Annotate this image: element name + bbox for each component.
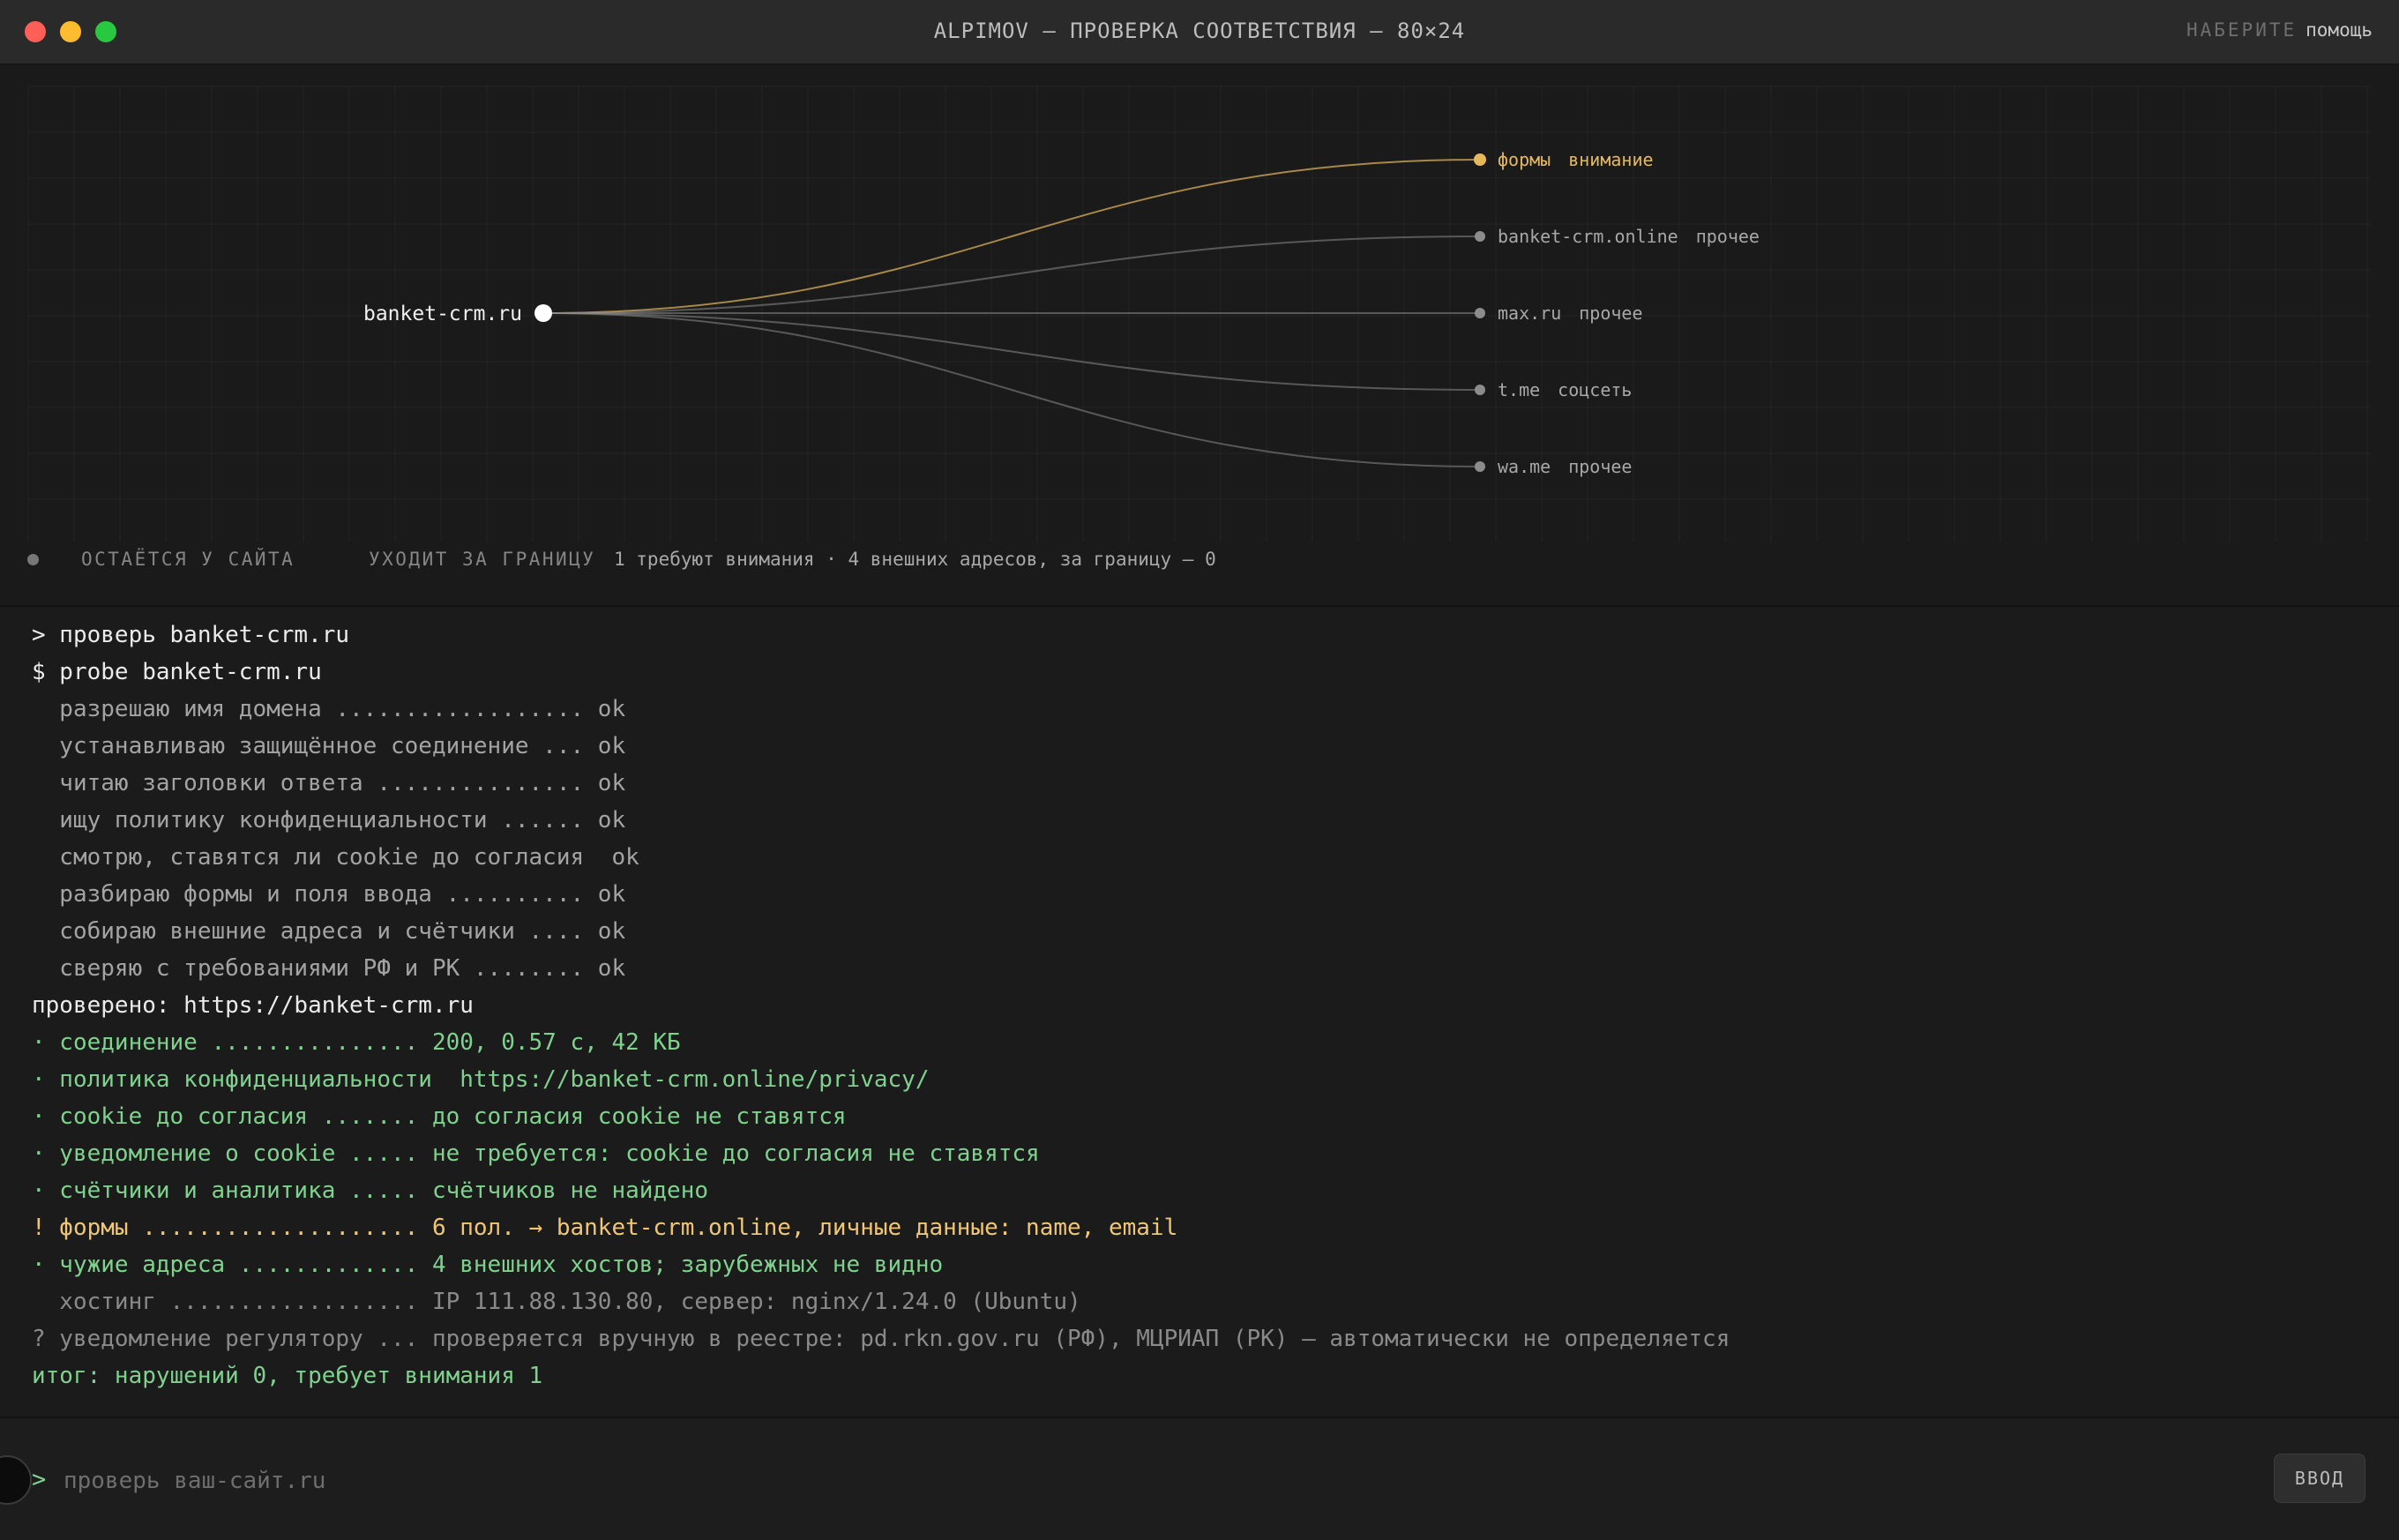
target-tag: соцсеть [1558,379,1632,400]
graph-edge [542,159,1481,314]
graph-legend: ОСТАЁТСЯ У САЙТА УХОДИТ ЗА ГРАНИЦУ 1 тре… [0,542,2399,577]
target-tag: прочее [1568,456,1632,477]
terminal-line: устанавливаю защищённое соединение ... o… [32,733,626,759]
terminal-line: · уведомление о cookie ..... не требуетс… [32,1140,1040,1167]
terminal-line: $ probe banket-crm.ru [32,659,322,685]
target-host: формы [1498,149,1551,170]
edge-badge-icon [0,1455,32,1505]
graph-edge [542,312,1481,467]
target-host: wa.me [1498,456,1551,477]
target-node [1475,231,1485,242]
terminal-line: ! формы .................... 6 пол. → ba… [32,1215,1178,1241]
target-label: banket-crm.online прочее [1498,226,1760,247]
terminal-line: разрешаю имя домена .................. o… [32,696,626,722]
legend-abroad: УХОДИТ ЗА ГРАНИЦУ [369,549,596,570]
target-node [1475,461,1485,472]
terminal-line: хостинг .................. IP 111.88.130… [32,1289,1081,1315]
command-bar: > ВВОД [0,1418,2399,1540]
target-tag: прочее [1579,303,1642,324]
target-tag: внимание [1568,149,1653,170]
legend-stays: ОСТАЁТСЯ У САЙТА [81,549,295,570]
target-label: max.ru прочее [1498,303,1643,324]
target-label: формы внимание [1498,149,1654,170]
terminal-line: проверено: https://banket-crm.ru [32,992,474,1019]
graph-edge [542,312,1481,391]
terminal-line: читаю заголовки ответа ............... o… [32,770,626,796]
terminal-line: > проверь banket-crm.ru [32,622,350,648]
window-title: ALPIMOV — ПРОВЕРКА СООТВЕТСТВИЯ — 80×24 [933,19,1466,43]
target-node [1474,153,1486,166]
terminal-line: · соединение ............... 200, 0.57 с… [32,1029,681,1056]
legend-summary: 1 требуют внимания · 4 внешних адресов, … [614,549,1216,570]
target-tag: прочее [1696,226,1760,247]
target-host: t.me [1498,379,1540,400]
terminal-line: ? уведомление регулятору ... проверяется… [32,1326,1730,1352]
terminal-line: итог: нарушений 0, требует внимания 1 [32,1363,543,1389]
enter-button[interactable]: ВВОД [2274,1454,2365,1503]
terminal-line: ищу политику конфиденциальности ...... o… [32,807,626,834]
help-hint: НАБЕРИТЕ помощь [2186,0,2373,64]
command-prompt: > [32,1466,47,1493]
terminal-line: · cookie до согласия ....... до согласия… [32,1103,847,1130]
terminal-line: собираю внешние адреса и счётчики .... o… [32,918,626,945]
target-label: wa.me прочее [1498,456,1632,477]
target-label: t.me соцсеть [1498,379,1632,400]
graph-edge [542,235,1481,314]
terminal-line: смотрю, ставятся ли cookie до согласия o… [32,844,639,871]
command-input[interactable] [62,1461,1829,1501]
target-node [1475,308,1485,318]
help-hint-key: НАБЕРИТЕ [2186,19,2298,41]
terminal-output: > проверь banket-crm.ru $ probe banket-cr… [0,607,2399,1418]
connection-graph: формы внимание banket-crm.online прочее max.… [0,65,2399,607]
terminal-line: · счётчики и аналитика ..... счётчиков н… [32,1177,709,1204]
terminal-line: · чужие адреса ............. 4 внешних х… [32,1252,944,1278]
terminal-line: · политика конфиденциальности https://ba… [32,1066,930,1093]
connection-graph-canvas: формы вниманиеbanket-crm.online прочееmax.… [27,86,2371,542]
legend-dot-icon [27,554,39,565]
target-host: banket-crm.online [1498,226,1678,247]
source-node [534,304,552,322]
terminal-line: сверяю с требованиями РФ и РК ........ o… [32,955,626,982]
source-label: banket-crm.ru [363,303,522,325]
target-host: max.ru [1498,303,1561,324]
terminal-line: разбираю формы и поля ввода .......... o… [32,881,626,908]
app-window: ALPIMOV — ПРОВЕРКА СООТВЕТСТВИЯ — 80×24 … [0,0,2399,1540]
title-bar: ALPIMOV — ПРОВЕРКА СООТВЕТСТВИЯ — 80×24 … [0,0,2399,65]
target-node [1475,385,1485,395]
help-hint-action[interactable]: помощь [2306,19,2373,41]
